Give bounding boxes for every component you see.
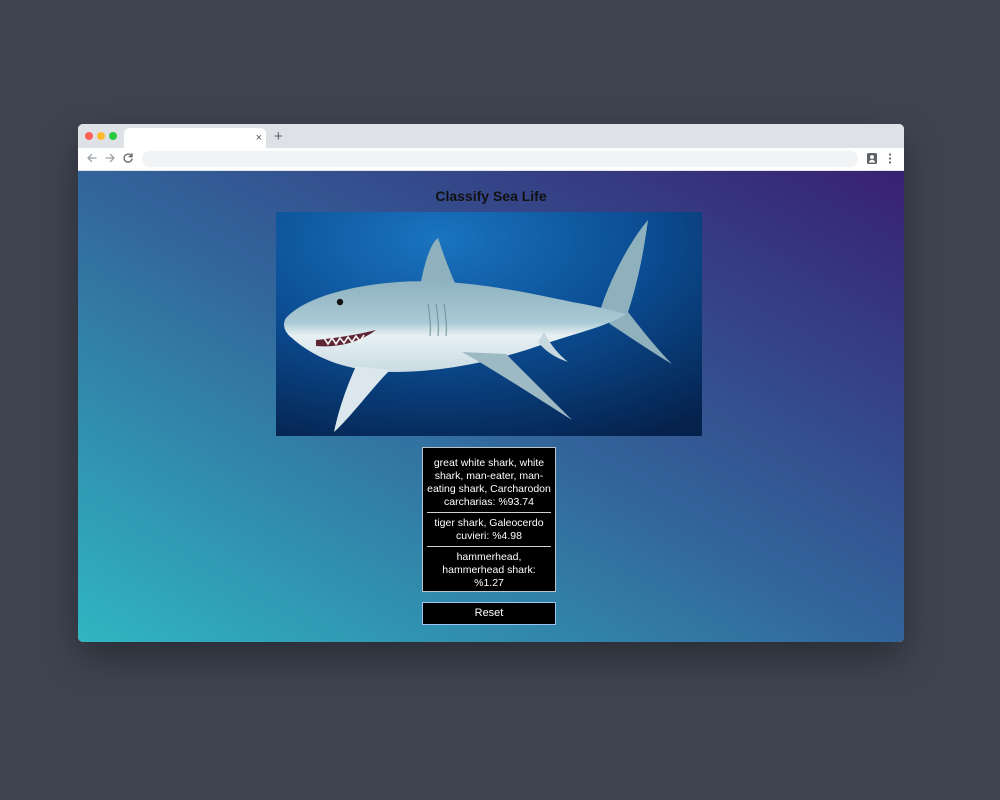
tab-close-icon[interactable]: × <box>256 131 262 145</box>
uploaded-image <box>276 212 702 436</box>
close-window-button[interactable] <box>85 132 93 140</box>
browser-tab[interactable]: × <box>124 128 266 148</box>
browser-window: × + Classify Sea Life great white shark,… <box>78 124 904 642</box>
kebab-menu-icon[interactable] <box>886 152 894 165</box>
prediction-item-3: hammerhead, hammerhead shark: %1.27 <box>427 546 551 593</box>
new-tab-button[interactable]: + <box>274 128 283 146</box>
reload-icon[interactable] <box>122 152 134 164</box>
shark-image <box>276 212 702 436</box>
back-arrow-icon[interactable] <box>86 152 98 164</box>
prediction-item-2: tiger shark, Galeocerdo cuvieri: %4.98 <box>427 512 551 546</box>
predictions-panel: great white shark, white shark, man-eate… <box>422 447 556 592</box>
profile-icon[interactable] <box>866 152 878 165</box>
reset-button[interactable]: Reset <box>422 602 556 625</box>
address-bar[interactable] <box>142 151 858 167</box>
page-content: Classify Sea Life great white shark, whi… <box>78 171 904 642</box>
minimize-window-button[interactable] <box>97 132 105 140</box>
tab-bar: × + <box>78 124 904 148</box>
prediction-item-1: great white shark, white shark, man-eate… <box>427 457 551 508</box>
maximize-window-button[interactable] <box>109 132 117 140</box>
page-title: Classify Sea Life <box>435 188 547 204</box>
browser-toolbar <box>78 148 904 171</box>
forward-arrow-icon[interactable] <box>104 152 116 164</box>
